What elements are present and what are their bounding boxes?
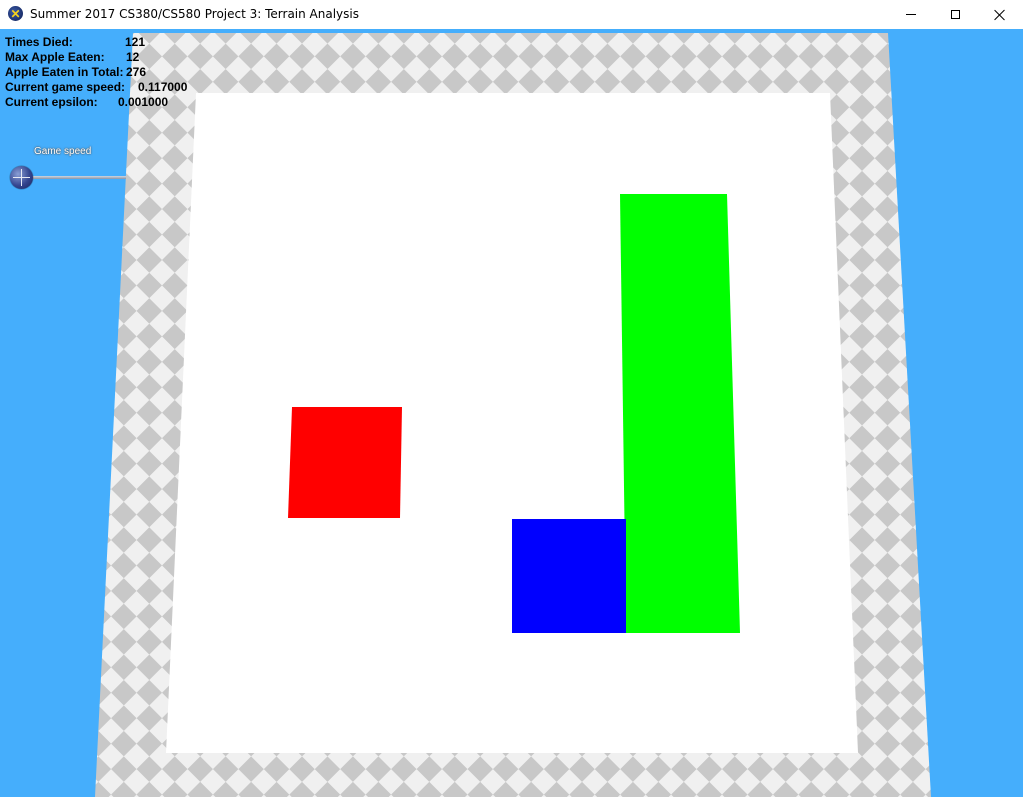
app-logo-icon: ✕: [8, 6, 23, 21]
apple-block: [288, 407, 402, 518]
close-button[interactable]: [977, 0, 1023, 29]
stat-value: 12: [126, 50, 140, 64]
stat-label: Current game speed:: [5, 80, 126, 94]
stat-label: Times Died:: [5, 35, 73, 49]
snake-head-block: [512, 519, 626, 633]
window-title: Summer 2017 CS380/CS580 Project 3: Terra…: [30, 7, 359, 21]
terrain-scene: [95, 33, 931, 797]
minimize-button[interactable]: [888, 0, 934, 29]
stat-value: 121: [125, 35, 146, 49]
stat-value: 0.001000: [118, 95, 169, 109]
game-speed-slider-knob[interactable]: [10, 166, 33, 189]
minimize-icon: [906, 14, 916, 15]
game-speed-slider-label: Game speed: [34, 146, 92, 157]
maximize-button[interactable]: [932, 0, 978, 29]
maximize-icon: [950, 10, 960, 19]
title-bar: ✕ Summer 2017 CS380/CS580 Project 3: Ter…: [0, 0, 1023, 29]
play-board: [166, 93, 858, 753]
stat-value: 276: [126, 65, 147, 79]
stat-value: 0.117000: [138, 80, 188, 94]
stat-label: Current epsilon:: [5, 95, 98, 109]
stat-label: Max Apple Eaten:: [5, 50, 105, 64]
game-viewport[interactable]: [0, 29, 1023, 797]
stat-label: Apple Eaten in Total:: [5, 65, 124, 79]
snake-body-segment: [620, 194, 740, 633]
close-icon: [994, 9, 1006, 21]
knob-crosshair-icon-vertical: [21, 169, 22, 186]
